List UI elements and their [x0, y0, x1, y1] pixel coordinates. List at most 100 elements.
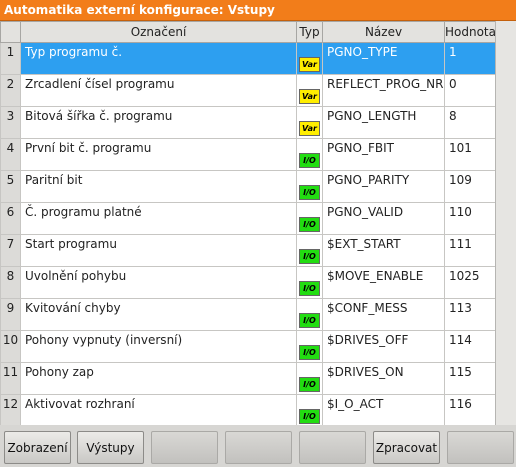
row-name: $DRIVES_OFF	[327, 333, 409, 347]
row-index-cell: 12	[0, 394, 21, 425]
table-row[interactable]: 4 První bit č. programu I/O PGNO_FBIT 101	[0, 138, 497, 171]
table-row[interactable]: 3 Bitová šířka č. programu Var PGNO_LENGTH 8	[0, 106, 497, 139]
name-cell[interactable]: $CONF_MESS	[322, 298, 445, 331]
row-value: 111	[449, 237, 472, 251]
table-body: 1 Typ programu č. Var PGNO_TYPE 1 2 Zrcadlení …	[0, 42, 497, 425]
name-cell[interactable]: PGNO_LENGTH	[322, 106, 445, 139]
value-cell[interactable]: 101	[444, 138, 497, 171]
window-title: Automatika externí konfigurace: Vstupy	[4, 3, 275, 17]
io-type-icon: I/O	[299, 281, 320, 296]
label-cell[interactable]: Zrcadlení čísel programu	[20, 74, 297, 107]
table-header-row: Označení Typ Název Hodnota	[0, 21, 497, 43]
table-row[interactable]: 2 Zrcadlení čísel programu Var REFLECT_PROG…	[0, 74, 497, 107]
label-cell[interactable]: Č. programu platné	[20, 202, 297, 235]
value-cell[interactable]: 115	[444, 362, 497, 395]
type-cell: Var	[296, 74, 323, 107]
value-cell[interactable]: 113	[444, 298, 497, 331]
row-index-cell: 9	[0, 298, 21, 331]
config-table: Označení Typ Název Hodnota 1 Typ programu…	[0, 21, 497, 425]
io-type-icon: I/O	[299, 409, 320, 424]
value-cell[interactable]: 8	[444, 106, 497, 139]
row-index: 7	[6, 237, 15, 251]
row-name: PGNO_LENGTH	[327, 109, 417, 123]
softkey-3[interactable]	[151, 431, 218, 464]
header-value[interactable]: Hodnota	[444, 21, 497, 43]
header-type[interactable]: Typ	[296, 21, 323, 43]
row-name: PGNO_TYPE	[327, 45, 398, 59]
row-value: 109	[449, 173, 472, 187]
label-cell[interactable]: První bit č. programu	[20, 138, 297, 171]
softkey-7[interactable]	[447, 431, 514, 464]
vertical-scrollbar[interactable]	[495, 21, 516, 425]
label-cell[interactable]: Pohony vypnuty (inversní)	[20, 330, 297, 363]
value-cell[interactable]: 1	[444, 42, 497, 75]
row-label: Kvitování chyby	[25, 301, 121, 315]
row-index: 2	[6, 77, 15, 91]
row-label: Typ programu č.	[25, 45, 123, 59]
row-index: 4	[6, 141, 15, 155]
table-row[interactable]: 7 Start programu I/O $EXT_START 111	[0, 234, 497, 267]
row-index: 8	[6, 269, 15, 283]
label-cell[interactable]: Kvitování chyby	[20, 298, 297, 331]
softkey-5[interactable]	[299, 431, 366, 464]
name-cell[interactable]: $EXT_START	[322, 234, 445, 267]
name-cell[interactable]: $DRIVES_OFF	[322, 330, 445, 363]
name-cell[interactable]: $DRIVES_ON	[322, 362, 445, 395]
variable-type-icon: Var	[299, 121, 320, 136]
name-cell[interactable]: REFLECT_PROG_NR	[322, 74, 445, 107]
header-name[interactable]: Název	[322, 21, 445, 43]
row-label: Aktivovat rozhraní	[25, 397, 135, 411]
value-cell[interactable]: 116	[444, 394, 497, 425]
process-softkey[interactable]: Zpracovat	[373, 431, 440, 464]
value-cell[interactable]: 111	[444, 234, 497, 267]
value-cell[interactable]: 109	[444, 170, 497, 203]
value-cell[interactable]: 110	[444, 202, 497, 235]
name-cell[interactable]: PGNO_PARITY	[322, 170, 445, 203]
label-cell[interactable]: Typ programu č.	[20, 42, 297, 75]
row-index-cell: 8	[0, 266, 21, 299]
type-cell: I/O	[296, 362, 323, 395]
label-cell[interactable]: Aktivovat rozhraní	[20, 394, 297, 425]
label-cell[interactable]: Start programu	[20, 234, 297, 267]
table-row[interactable]: 1 Typ programu č. Var PGNO_TYPE 1	[0, 42, 497, 75]
table-row[interactable]: 11 Pohony zap I/O $DRIVES_ON 115	[0, 362, 497, 395]
table-row[interactable]: 9 Kvitování chyby I/O $CONF_MESS 113	[0, 298, 497, 331]
outputs-softkey[interactable]: Výstupy	[77, 431, 144, 464]
label-cell[interactable]: Bitová šířka č. programu	[20, 106, 297, 139]
softkey-4[interactable]	[225, 431, 292, 464]
row-value: 8	[449, 109, 457, 123]
name-cell[interactable]: $MOVE_ENABLE	[322, 266, 445, 299]
table-row[interactable]: 6 Č. programu platné I/O PGNO_VALID 110	[0, 202, 497, 235]
label-cell[interactable]: Uvolnění pohybu	[20, 266, 297, 299]
name-cell[interactable]: PGNO_TYPE	[322, 42, 445, 75]
row-value: 101	[449, 141, 472, 155]
name-cell[interactable]: $I_O_ACT	[322, 394, 445, 425]
display-softkey[interactable]: Zobrazení	[4, 431, 71, 464]
type-cell: I/O	[296, 138, 323, 171]
name-cell[interactable]: PGNO_FBIT	[322, 138, 445, 171]
row-index: 5	[6, 173, 15, 187]
row-value: 116	[449, 397, 472, 411]
softkey-bar: Zobrazení Výstupy Zpracovat	[0, 428, 516, 467]
type-cell: Var	[296, 42, 323, 75]
row-index: 10	[2, 333, 19, 347]
value-cell[interactable]: 114	[444, 330, 497, 363]
row-index: 9	[6, 301, 15, 315]
row-name: $MOVE_ENABLE	[327, 269, 424, 283]
header-label[interactable]: Označení	[20, 21, 297, 43]
row-name: $CONF_MESS	[327, 301, 408, 315]
table-row[interactable]: 5 Paritní bit I/O PGNO_PARITY 109	[0, 170, 497, 203]
table-row[interactable]: 10 Pohony vypnuty (inversní) I/O $DRIVES_OF…	[0, 330, 497, 363]
row-name: PGNO_VALID	[327, 205, 404, 219]
value-cell[interactable]: 1025	[444, 266, 497, 299]
label-cell[interactable]: Pohony zap	[20, 362, 297, 395]
table-row[interactable]: 12 Aktivovat rozhraní I/O $I_O_ACT 116	[0, 394, 497, 425]
row-label: Paritní bit	[25, 173, 83, 187]
name-cell[interactable]: PGNO_VALID	[322, 202, 445, 235]
header-index[interactable]	[0, 21, 21, 43]
value-cell[interactable]: 0	[444, 74, 497, 107]
row-name: PGNO_PARITY	[327, 173, 410, 187]
table-row[interactable]: 8 Uvolnění pohybu I/O $MOVE_ENABLE 1025	[0, 266, 497, 299]
label-cell[interactable]: Paritní bit	[20, 170, 297, 203]
type-cell: I/O	[296, 298, 323, 331]
